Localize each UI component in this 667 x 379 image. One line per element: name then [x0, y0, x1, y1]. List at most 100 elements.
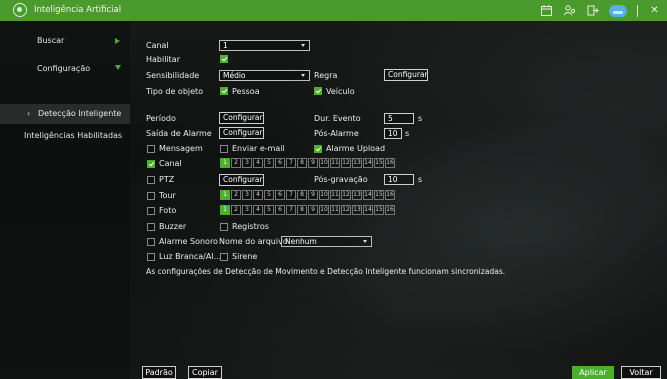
copiar-button[interactable]: Copiar — [188, 366, 222, 379]
channel-toggle-11[interactable]: 11 — [330, 158, 340, 168]
aplicar-button[interactable]: Aplicar — [572, 366, 614, 379]
veiculo-checkbox[interactable] — [314, 87, 322, 95]
channel-toggle-8[interactable]: 8 — [297, 205, 307, 215]
pos-alarme-input[interactable]: 10 — [384, 128, 402, 139]
channel-toggle-10[interactable]: 10 — [319, 190, 329, 200]
channel-toggle-5[interactable]: 5 — [264, 205, 274, 215]
channel-toggle-12[interactable]: 12 — [341, 158, 351, 168]
channel-toggle-9[interactable]: 9 — [308, 205, 318, 215]
luz-branca-checkbox[interactable] — [147, 253, 155, 261]
sidebar-item-deteccao-inteligente[interactable]: › Detecção Inteligente — [0, 104, 130, 124]
channel-toggle-10[interactable]: 10 — [319, 158, 329, 168]
channel-toggle-5[interactable]: 5 — [264, 158, 274, 168]
channel-toggle-4[interactable]: 4 — [253, 190, 263, 200]
canal-checkbox[interactable] — [147, 160, 155, 168]
channel-toggle-7[interactable]: 7 — [286, 158, 296, 168]
channel-toggle-3[interactable]: 3 — [242, 158, 252, 168]
window-title: Inteligência Artificial — [34, 5, 122, 15]
voltar-button[interactable]: Voltar — [621, 366, 661, 379]
alarme-sonoro-checkbox[interactable] — [147, 238, 155, 246]
channel-toggle-8[interactable]: 8 — [297, 158, 307, 168]
regra-configurar-button[interactable]: Configurar — [384, 69, 428, 81]
channel-toggle-3[interactable]: 3 — [242, 190, 252, 200]
periodo-label: Período — [146, 114, 176, 123]
channel-toggle-11[interactable]: 11 — [330, 205, 340, 215]
pos-alarme-label: Pós-Alarme — [314, 129, 359, 138]
channel-toggle-4[interactable]: 4 — [253, 158, 263, 168]
users-icon[interactable] — [563, 4, 576, 17]
channel-toggle-9[interactable]: 9 — [308, 190, 318, 200]
channel-toggle-12[interactable]: 12 — [341, 205, 351, 215]
channel-toggle-13[interactable]: 13 — [352, 205, 362, 215]
alarme-sonoro-label: Alarme Sonoro — [159, 237, 218, 246]
nome-arquivo-select[interactable]: Nenhum — [281, 236, 372, 247]
padrao-button[interactable]: Padrão — [142, 366, 176, 379]
sensibilidade-select[interactable]: Médio — [219, 70, 310, 81]
title-bar-tools: ✕ — [540, 3, 661, 18]
channel-toggle-9[interactable]: 9 — [308, 158, 318, 168]
registros-checkbox[interactable] — [220, 223, 228, 231]
channel-toggle-2[interactable]: 2 — [231, 190, 241, 200]
channel-toggle-8[interactable]: 8 — [297, 190, 307, 200]
sidebar-item-configuracao[interactable]: Configuração — [0, 61, 130, 81]
dur-evento-label: Dur. Evento — [314, 114, 361, 123]
exit-icon[interactable] — [586, 4, 599, 17]
channel-toggle-6[interactable]: 6 — [275, 190, 285, 200]
close-icon[interactable]: ✕ — [648, 4, 661, 17]
calendar-icon[interactable] — [540, 4, 553, 17]
channel-toggle-1[interactable]: 1 — [220, 205, 230, 215]
cloud-icon[interactable] — [609, 4, 627, 17]
ptz-label: PTZ — [159, 175, 175, 184]
channel-toggle-3[interactable]: 3 — [242, 205, 252, 215]
canal-channel-strip: 1 2 3 4 5 6 7 8 9 10 11 12 13 14 15 16 — [220, 158, 395, 168]
ptz-configurar-button[interactable]: Configurar — [219, 174, 264, 186]
channel-toggle-15[interactable]: 15 — [374, 158, 384, 168]
sidebar-item-buscar[interactable]: Buscar — [0, 36, 130, 56]
channel-toggle-13[interactable]: 13 — [352, 190, 362, 200]
sirene-checkbox[interactable] — [220, 253, 228, 261]
channel-toggle-2[interactable]: 2 — [231, 158, 241, 168]
channel-toggle-16[interactable]: 16 — [385, 205, 395, 215]
channel-toggle-5[interactable]: 5 — [264, 190, 274, 200]
channel-toggle-13[interactable]: 13 — [352, 158, 362, 168]
channel-toggle-2[interactable]: 2 — [231, 205, 241, 215]
dur-evento-input[interactable]: 5 — [384, 113, 414, 124]
foto-checkbox[interactable] — [147, 207, 155, 215]
tour-label: Tour — [159, 191, 176, 200]
enviar-email-checkbox[interactable] — [220, 145, 228, 153]
habilitar-checkbox[interactable] — [220, 55, 228, 63]
pos-gravacao-input[interactable]: 10 — [384, 174, 414, 185]
channel-toggle-15[interactable]: 15 — [374, 190, 384, 200]
channel-toggle-14[interactable]: 14 — [363, 158, 373, 168]
luz-branca-label: Luz Branca/Al... — [159, 252, 222, 261]
channel-toggle-10[interactable]: 10 — [319, 205, 329, 215]
channel-toggle-16[interactable]: 16 — [385, 158, 395, 168]
saida-alarme-configurar-button[interactable]: Configurar — [219, 127, 264, 139]
channel-toggle-1[interactable]: 1 — [220, 158, 230, 168]
sidebar-item-inteligencias-habilitadas[interactable]: Inteligências Habilitadas — [0, 131, 130, 151]
channel-toggle-6[interactable]: 6 — [275, 158, 285, 168]
alarme-upload-checkbox[interactable] — [314, 145, 322, 153]
chevron-right-icon — [115, 38, 120, 44]
channel-toggle-15[interactable]: 15 — [374, 205, 384, 215]
buzzer-checkbox[interactable] — [147, 223, 155, 231]
canal-select[interactable]: 1 — [219, 40, 310, 51]
channel-toggle-4[interactable]: 4 — [253, 205, 263, 215]
channel-toggle-7[interactable]: 7 — [286, 190, 296, 200]
mensagem-checkbox[interactable] — [147, 145, 155, 153]
channel-toggle-16[interactable]: 16 — [385, 190, 395, 200]
pessoa-checkbox[interactable] — [220, 87, 228, 95]
canal-label: Canal — [146, 41, 169, 50]
foto-channel-strip: 1 2 3 4 5 6 7 8 9 10 11 12 13 14 15 16 — [220, 205, 395, 215]
channel-toggle-1[interactable]: 1 — [220, 190, 230, 200]
tour-checkbox[interactable] — [147, 192, 155, 200]
channel-toggle-11[interactable]: 11 — [330, 190, 340, 200]
channel-toggle-6[interactable]: 6 — [275, 205, 285, 215]
channel-toggle-12[interactable]: 12 — [341, 190, 351, 200]
veiculo-label: Veículo — [326, 87, 355, 96]
ptz-checkbox[interactable] — [147, 176, 155, 184]
periodo-configurar-button[interactable]: Configurar — [219, 112, 264, 124]
channel-toggle-14[interactable]: 14 — [363, 190, 373, 200]
channel-toggle-7[interactable]: 7 — [286, 205, 296, 215]
channel-toggle-14[interactable]: 14 — [363, 205, 373, 215]
